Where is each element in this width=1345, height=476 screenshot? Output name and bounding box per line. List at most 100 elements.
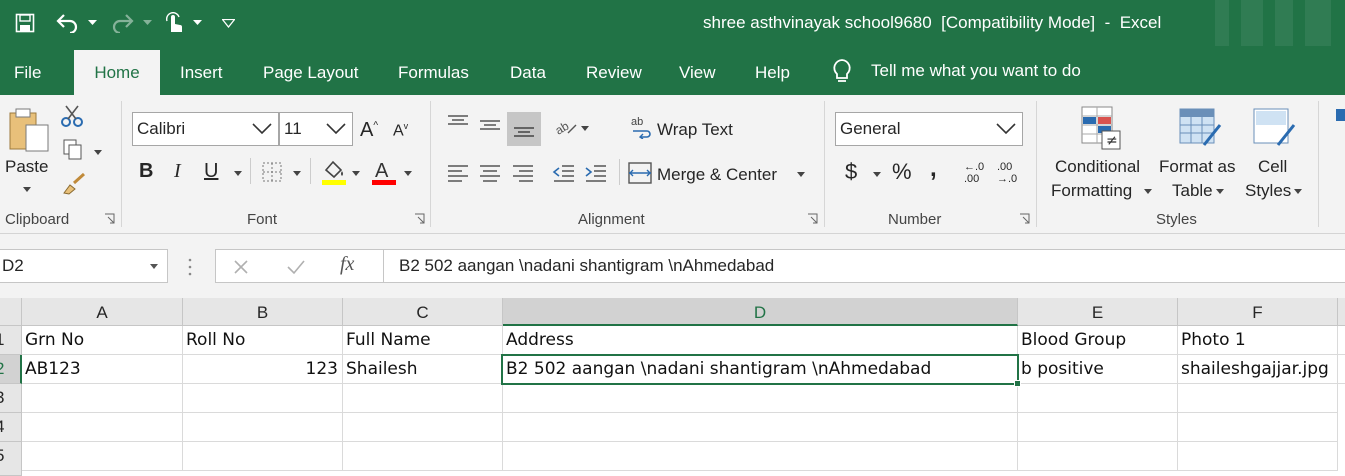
increase-decimal-button[interactable]: ←.0 .00	[964, 161, 984, 185]
cell-b5[interactable]	[183, 442, 343, 471]
touch-mode-dropdown-icon[interactable]	[191, 9, 203, 37]
column-header-c[interactable]: C	[343, 298, 503, 326]
merge-center-icon[interactable]	[628, 162, 652, 189]
cell-d1[interactable]: Address	[503, 326, 1018, 355]
increase-indent-icon[interactable]	[584, 165, 608, 190]
row-header-2[interactable]: 2	[0, 355, 22, 384]
tab-formulas[interactable]: Formulas	[398, 50, 469, 95]
column-header-e[interactable]: E	[1018, 298, 1178, 326]
tab-home[interactable]: Home	[74, 50, 160, 95]
borders-dropdown-icon[interactable]	[293, 171, 301, 176]
font-size-select[interactable]: 11	[279, 112, 353, 146]
align-center-icon[interactable]	[478, 165, 502, 190]
column-header-d[interactable]: D	[503, 298, 1018, 326]
tab-file[interactable]: File	[14, 50, 41, 95]
font-launcher-icon[interactable]	[414, 213, 425, 224]
tab-page-layout[interactable]: Page Layout	[263, 50, 358, 95]
cell-f1[interactable]: Photo 1	[1178, 326, 1338, 355]
orientation-dropdown-icon[interactable]	[581, 126, 589, 131]
cell-a2[interactable]: AB123	[22, 355, 183, 384]
format-as-table-icon[interactable]	[1178, 105, 1224, 156]
formula-bar-splitter-icon[interactable]	[188, 257, 192, 277]
row-header-3[interactable]: 3	[0, 384, 22, 413]
cell-a4[interactable]	[22, 413, 183, 442]
clipboard-launcher-icon[interactable]	[104, 213, 115, 224]
format-as-table-label-2[interactable]: Table	[1172, 181, 1213, 201]
italic-button[interactable]: I	[174, 160, 181, 183]
cell-e2[interactable]: b positive	[1018, 355, 1178, 384]
copy-dropdown-icon[interactable]	[94, 150, 102, 155]
touch-mode-icon[interactable]	[162, 9, 186, 37]
insert-cells-icon[interactable]	[1336, 109, 1345, 121]
cell-b3[interactable]	[183, 384, 343, 413]
column-header-b[interactable]: B	[183, 298, 343, 326]
cancel-icon[interactable]	[233, 259, 249, 275]
row-header-1[interactable]: 1	[0, 326, 22, 355]
merge-center-dropdown-icon[interactable]	[797, 172, 805, 177]
column-header-g[interactable]	[1338, 298, 1345, 326]
align-left-icon[interactable]	[446, 165, 470, 190]
conditional-formatting-dropdown-icon[interactable]	[1144, 189, 1152, 194]
cell-b2[interactable]: 123	[183, 355, 343, 384]
conditional-formatting-label-2[interactable]: Formatting	[1051, 181, 1132, 201]
format-painter-icon[interactable]	[62, 172, 86, 200]
number-format-select[interactable]: General	[835, 112, 1023, 146]
cell-c1[interactable]: Full Name	[343, 326, 503, 355]
fill-color-icon[interactable]	[320, 158, 348, 191]
paste-dropdown-icon[interactable]	[23, 187, 31, 192]
column-header-a[interactable]: A	[22, 298, 183, 326]
number-launcher-icon[interactable]	[1019, 213, 1030, 224]
cell-styles-label-1[interactable]: Cell	[1258, 157, 1287, 177]
cell-c2[interactable]: Shailesh	[343, 355, 503, 384]
format-as-table-label-1[interactable]: Format as	[1159, 157, 1236, 177]
cell-c5[interactable]	[343, 442, 503, 471]
cell-d5[interactable]	[503, 442, 1018, 471]
underline-dropdown-icon[interactable]	[234, 171, 242, 176]
paste-icon[interactable]	[8, 107, 52, 158]
font-color-icon[interactable]: A	[370, 158, 398, 191]
copy-icon[interactable]	[63, 139, 83, 166]
tab-view[interactable]: View	[679, 50, 716, 95]
cell-a1[interactable]: Grn No	[22, 326, 183, 355]
select-all-corner[interactable]	[0, 298, 22, 326]
borders-icon[interactable]	[262, 162, 282, 187]
column-header-f[interactable]: F	[1178, 298, 1338, 326]
cell-c4[interactable]	[343, 413, 503, 442]
conditional-formatting-icon[interactable]: ≠	[1080, 105, 1126, 156]
accounting-format-button[interactable]: $	[845, 159, 857, 185]
save-icon[interactable]	[12, 9, 38, 37]
cell-f3[interactable]	[1178, 384, 1338, 413]
decrease-font-size-icon[interactable]: Av	[393, 121, 408, 140]
cell-g1[interactable]	[1338, 326, 1345, 355]
redo-icon[interactable]	[110, 9, 136, 37]
merge-center-button[interactable]: Merge & Center	[657, 165, 777, 185]
undo-icon[interactable]	[54, 9, 80, 37]
tab-review[interactable]: Review	[586, 50, 642, 95]
cell-f2[interactable]: shaileshgajjar.jpg	[1178, 355, 1338, 384]
cell-b1[interactable]: Roll No	[183, 326, 343, 355]
cell-styles-label-2[interactable]: Styles	[1245, 181, 1291, 201]
underline-button[interactable]: U	[204, 160, 218, 183]
tab-help[interactable]: Help	[755, 50, 790, 95]
alignment-launcher-icon[interactable]	[807, 213, 818, 224]
cell-b4[interactable]	[183, 413, 343, 442]
tell-me-search[interactable]: Tell me what you want to do	[831, 58, 1081, 84]
cell-a3[interactable]	[22, 384, 183, 413]
conditional-formatting-label-1[interactable]: Conditional	[1055, 157, 1140, 177]
cell-e1[interactable]: Blood Group	[1018, 326, 1178, 355]
wrap-text-button[interactable]: Wrap Text	[657, 120, 733, 140]
cell-g2[interactable]	[1338, 355, 1345, 384]
fill-handle[interactable]	[1014, 380, 1021, 387]
row-header-5[interactable]: 5	[0, 442, 22, 476]
align-right-icon[interactable]	[511, 165, 535, 190]
cell-d2-active[interactable]: B2 502 aangan \nadani shantigram \nAhmed…	[501, 354, 1019, 385]
fill-color-dropdown-icon[interactable]	[352, 171, 360, 176]
formula-input[interactable]: B2 502 aangan \nadani shantigram \nAhmed…	[383, 249, 1345, 283]
wrap-text-icon[interactable]: ab	[631, 115, 653, 144]
cell-d3[interactable]	[503, 384, 1018, 413]
cell-a5[interactable]	[22, 442, 183, 471]
tab-data[interactable]: Data	[510, 50, 546, 95]
cut-icon[interactable]	[61, 104, 83, 133]
middle-align-icon[interactable]	[478, 119, 502, 138]
tab-insert[interactable]: Insert	[180, 50, 223, 95]
